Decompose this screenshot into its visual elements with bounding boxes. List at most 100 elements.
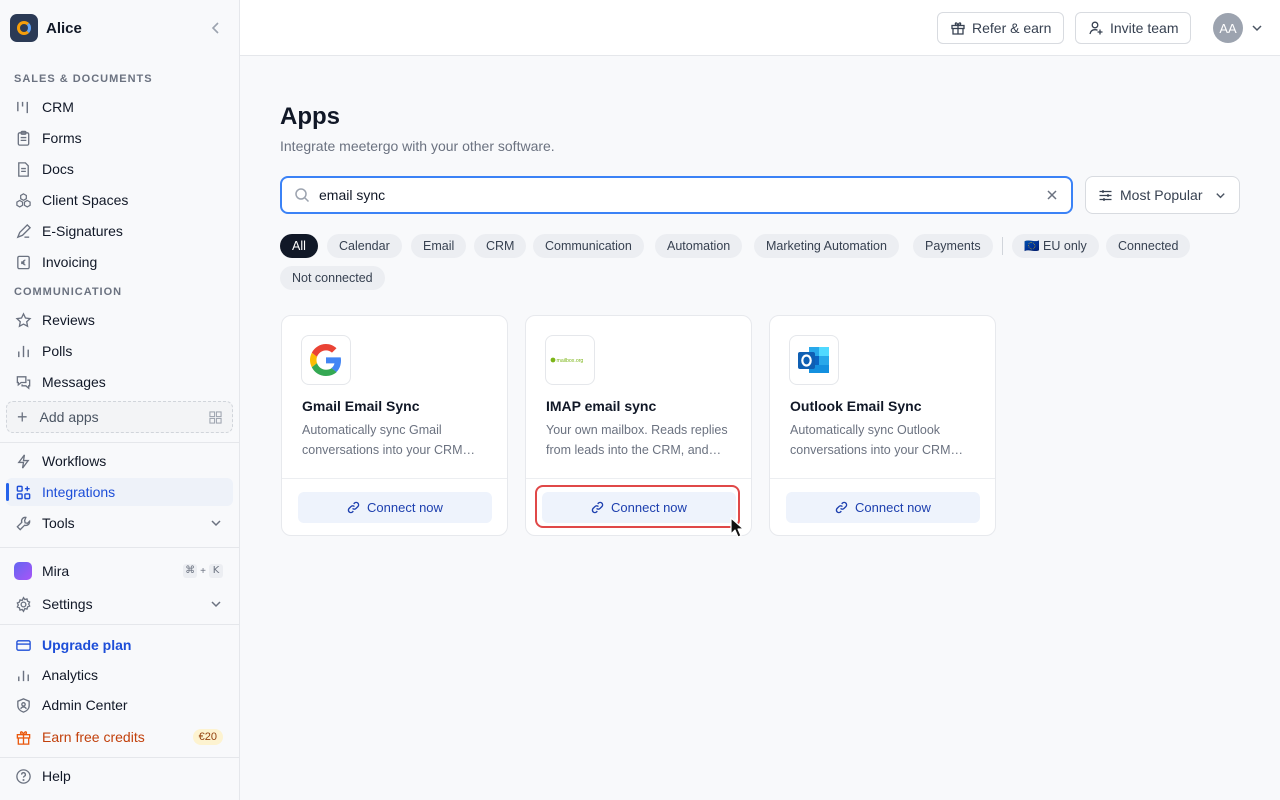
filter-chip[interactable]: Calendar: [327, 234, 402, 258]
filter-chip[interactable]: Marketing Automation: [754, 234, 899, 258]
sidebar-item-analytics[interactable]: Analytics: [6, 661, 233, 689]
top-bar: Refer & earn Invite team AA: [240, 0, 1280, 56]
sidebar-item-admin-center[interactable]: Admin Center: [6, 691, 233, 719]
workspace-name: Alice: [46, 19, 82, 37]
gift-icon: [14, 728, 32, 746]
euro-invoice-icon: [14, 253, 32, 271]
sidebar-item-workflows[interactable]: Workflows: [6, 447, 233, 475]
filter-chip[interactable]: 🇪🇺 EU only: [1012, 234, 1099, 258]
cubes-icon: [14, 191, 32, 209]
sort-label: Most Popular: [1120, 187, 1203, 203]
search-input[interactable]: [319, 187, 1019, 203]
sidebar-item-label: Mira: [42, 563, 70, 579]
collapse-sidebar-icon[interactable]: [208, 20, 224, 36]
credit-badge: €20: [192, 729, 223, 745]
filter-chip[interactable]: Email: [411, 234, 467, 258]
sidebar-item-tools[interactable]: Tools: [6, 509, 233, 537]
connect-label: Connect now: [855, 500, 931, 515]
sidebar-item-label: Tools: [42, 515, 75, 531]
search-box: [280, 176, 1073, 214]
sidebar-item-label: Invoicing: [42, 254, 98, 270]
sidebar-item-label: Polls: [42, 343, 73, 359]
sidebar-item-label: Workflows: [42, 453, 107, 469]
sidebar-item-settings[interactable]: Settings: [6, 590, 233, 618]
card-divider: [526, 478, 751, 479]
filter-chip[interactable]: CRM: [474, 234, 527, 258]
connect-button[interactable]: Connect now: [298, 492, 492, 523]
google-icon: [301, 335, 351, 385]
sidebar-item-label: E-Signatures: [42, 223, 123, 239]
workspace-switcher[interactable]: Alice: [10, 14, 230, 42]
filter-chip[interactable]: All: [280, 234, 318, 258]
sidebar-item-invoicing[interactable]: Invoicing: [6, 248, 233, 276]
filter-chip[interactable]: Connected: [1106, 234, 1191, 258]
clipboard-icon: [14, 129, 32, 147]
focus-highlight: [535, 485, 740, 528]
chevron-down-icon: [1216, 193, 1225, 199]
mouse-cursor-icon: [730, 517, 745, 538]
section-label-communication: COMMUNICATION: [14, 286, 123, 298]
chevron-down-icon: [211, 601, 221, 608]
filter-chip[interactable]: Not connected: [280, 266, 385, 290]
sidebar-item-reviews[interactable]: Reviews: [6, 306, 233, 334]
sidebar-item-earn-credits[interactable]: Earn free credits €20: [6, 723, 233, 751]
wrench-icon: [14, 514, 32, 532]
sidebar-item-label: Help: [42, 768, 71, 784]
add-apps-label: Add apps: [39, 409, 99, 425]
sidebar-divider: [0, 547, 239, 548]
page-title: Apps: [280, 103, 340, 130]
connect-label: Connect now: [367, 500, 443, 515]
sort-dropdown[interactable]: Most Popular: [1085, 176, 1240, 214]
sidebar-item-polls[interactable]: Polls: [6, 337, 233, 365]
sidebar-item-help[interactable]: Help: [6, 762, 233, 790]
page-subtitle: Integrate meetergo with your other softw…: [280, 138, 555, 154]
invite-team-button[interactable]: Invite team: [1075, 12, 1192, 44]
app-card: Gmail Email Sync Automatically sync Gmai…: [281, 315, 508, 536]
chat-bubbles-icon: [14, 373, 32, 391]
workspace-logo: [10, 14, 38, 42]
app-description: Your own mailbox. Reads replies from lea…: [546, 423, 728, 457]
kanban-icon: [14, 98, 32, 116]
sidebar-item-client-spaces[interactable]: Client Spaces: [6, 186, 233, 214]
bar-chart-icon: [14, 342, 32, 360]
card-divider: [282, 478, 507, 479]
chevron-down-icon[interactable]: [1250, 21, 1264, 35]
app-name: Outlook Email Sync: [790, 398, 922, 414]
refer-earn-button[interactable]: Refer & earn: [937, 12, 1065, 44]
sidebar-item-label: CRM: [42, 99, 74, 115]
add-user-icon: [1089, 21, 1103, 35]
sidebar-item-messages[interactable]: Messages: [6, 368, 233, 396]
sidebar-divider: [0, 757, 239, 758]
sidebar-item-upgrade-plan[interactable]: Upgrade plan: [6, 631, 233, 659]
sidebar-item-label: Messages: [42, 374, 106, 390]
sidebar-item-forms[interactable]: Forms: [6, 124, 233, 152]
filter-chip[interactable]: Communication: [533, 234, 644, 258]
shield-user-icon: [14, 696, 32, 714]
sidebar-item-mira[interactable]: Mira ⌘ + K: [6, 557, 233, 585]
sidebar-item-label: Earn free credits: [42, 729, 145, 745]
sidebar-item-esignatures[interactable]: E-Signatures: [6, 217, 233, 245]
app-name: Gmail Email Sync: [302, 398, 420, 414]
shortcut-key: ⌘: [183, 564, 198, 578]
sidebar-item-label: Integrations: [42, 484, 116, 500]
filter-chip[interactable]: Payments: [913, 234, 993, 258]
refer-earn-label: Refer & earn: [972, 20, 1052, 36]
sidebar-item-label: Forms: [42, 130, 82, 146]
sidebar-item-docs[interactable]: Docs: [6, 155, 233, 183]
avatar[interactable]: AA: [1213, 13, 1243, 43]
credit-card-icon: [14, 636, 32, 654]
filter-chip[interactable]: Automation: [655, 234, 743, 258]
sidebar: Alice SALES & DOCUMENTS CRM Forms Docs C…: [0, 0, 240, 800]
connect-button[interactable]: Connect now: [786, 492, 980, 523]
link-icon: [835, 501, 848, 514]
clear-search-icon[interactable]: [1045, 188, 1059, 202]
invite-team-label: Invite team: [1110, 20, 1179, 36]
app-description: Automatically sync Gmail conversations i…: [302, 423, 475, 457]
add-apps-button[interactable]: + Add apps: [6, 401, 233, 433]
star-icon: [14, 311, 32, 329]
sidebar-item-crm[interactable]: CRM: [6, 93, 233, 121]
sidebar-item-integrations[interactable]: Integrations: [6, 478, 233, 506]
sidebar-item-label: Analytics: [42, 667, 99, 683]
mailbox-org-logo: mailbox.org: [545, 335, 595, 385]
search-icon: [295, 188, 310, 203]
